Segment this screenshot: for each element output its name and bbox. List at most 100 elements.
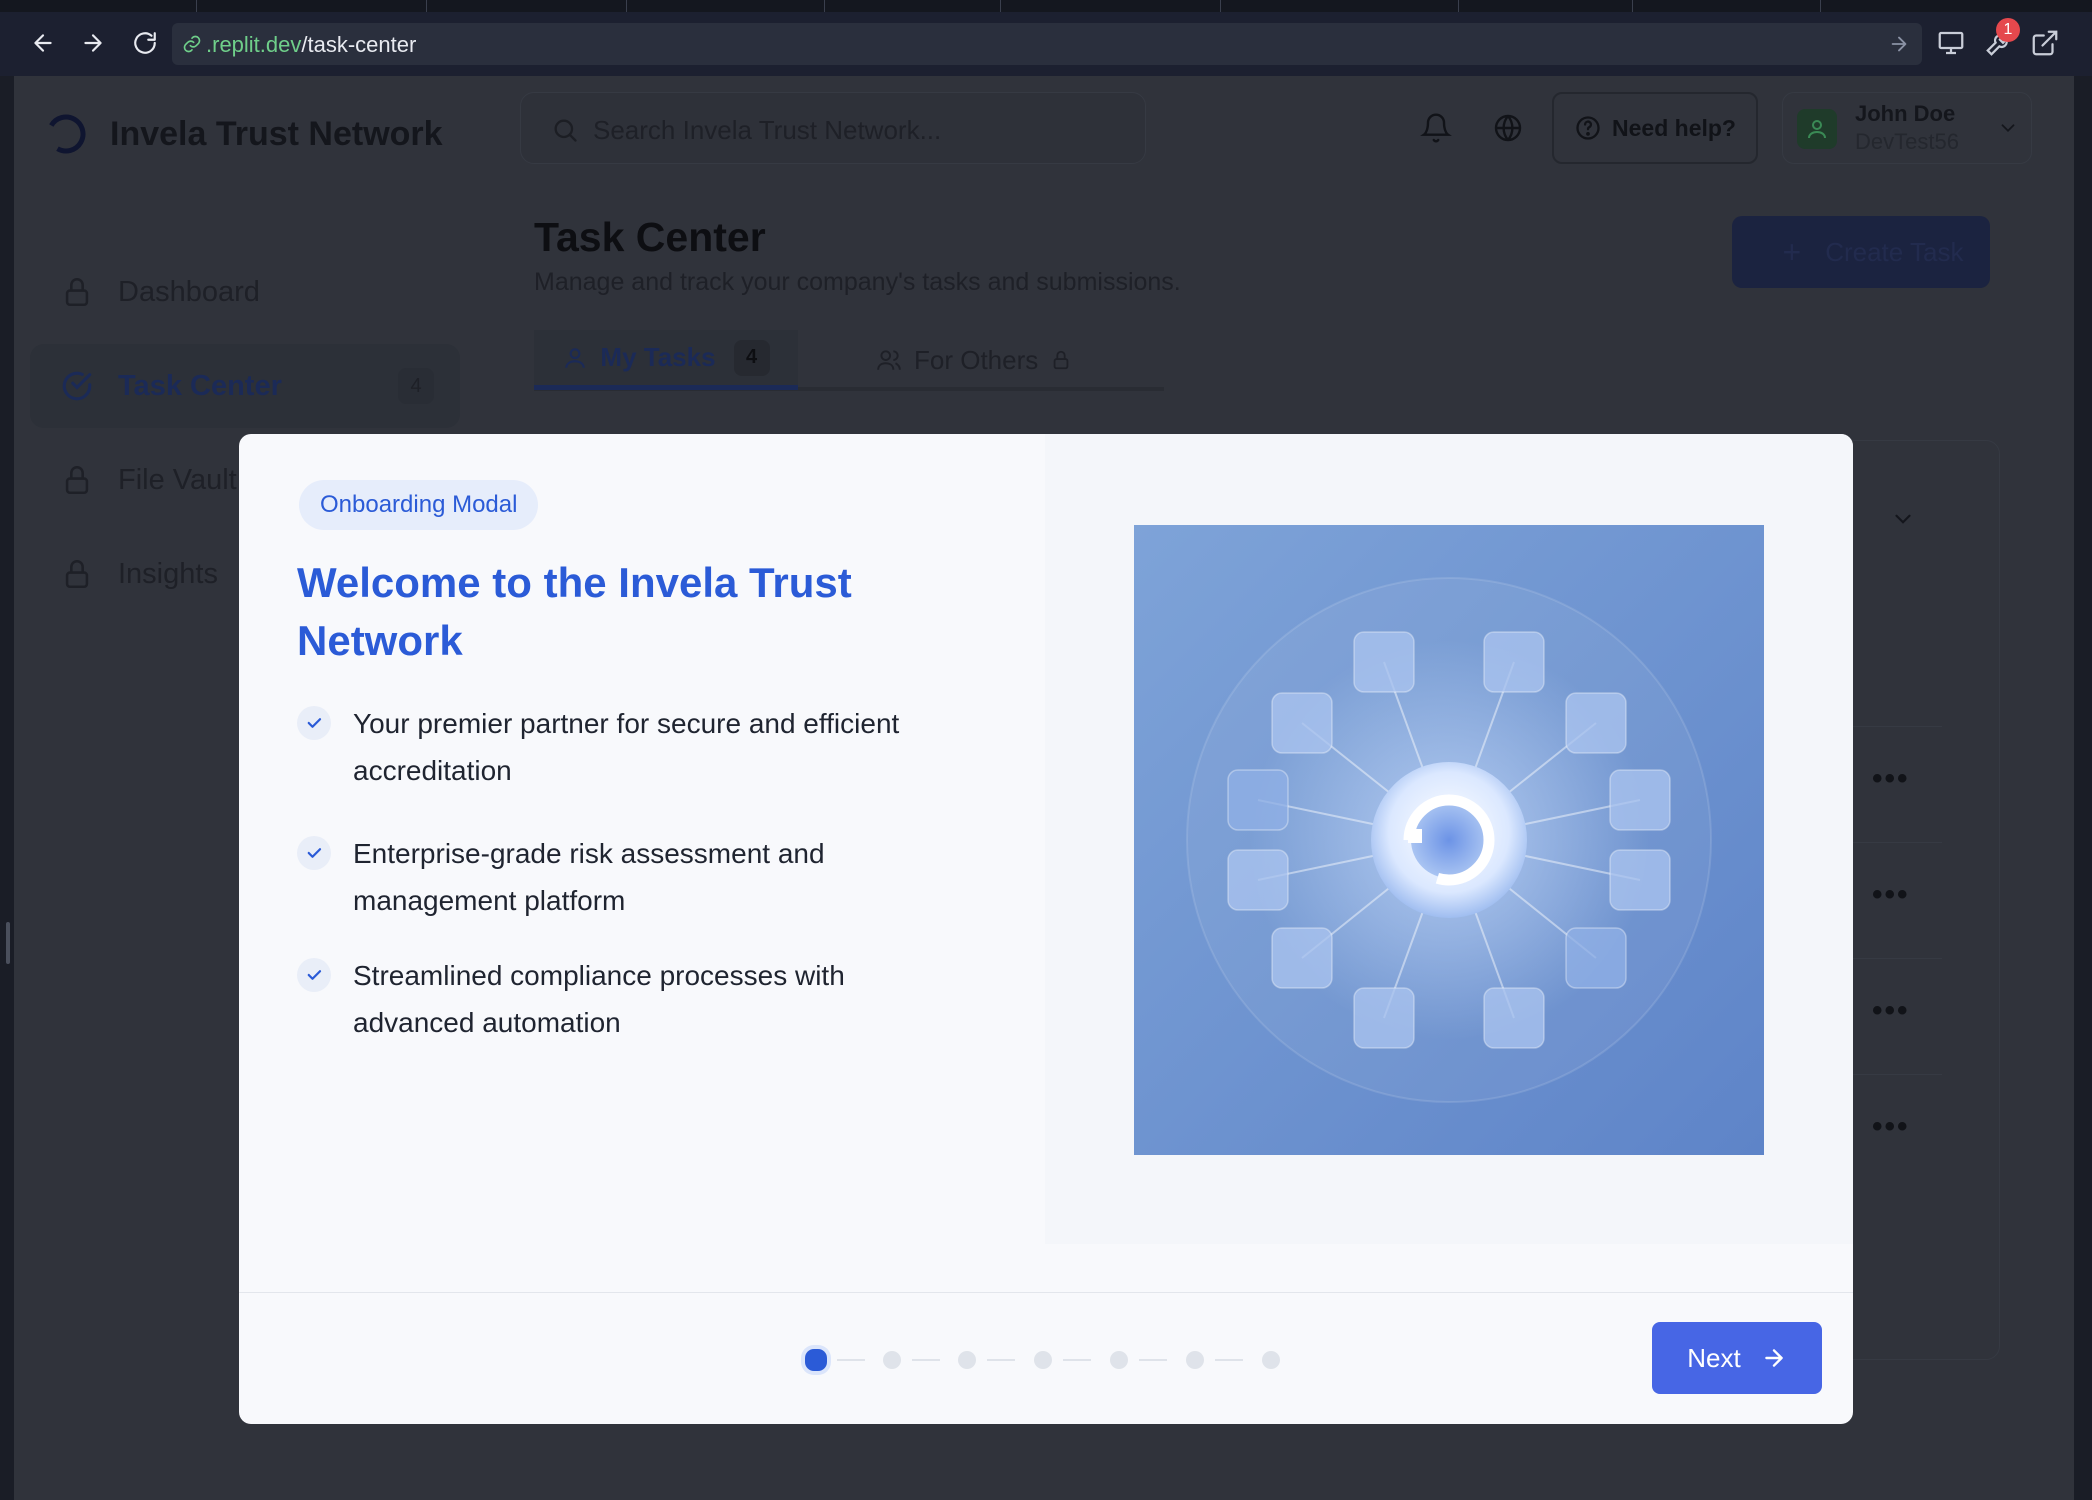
url-path: /task-center xyxy=(301,32,417,57)
address-bar[interactable]: .replit.dev/task-center xyxy=(172,23,1922,65)
row-actions-icon[interactable]: ••• xyxy=(1872,1110,1910,1144)
arrow-right-icon xyxy=(84,34,102,52)
onboarding-modal: Onboarding Modal Welcome to the Invela T… xyxy=(239,434,1853,1424)
tab-separator xyxy=(1220,0,1221,12)
user-menu[interactable]: John Doe DevTest56 xyxy=(1782,92,2032,164)
user-icon xyxy=(1808,120,1826,139)
feature-text: Your premier partner for secure and effi… xyxy=(353,708,900,786)
modal-title: Welcome to the Invela Trust Network xyxy=(297,559,852,664)
create-task-label: Create Task xyxy=(1825,236,1964,267)
check-icon xyxy=(297,958,331,992)
check-icon xyxy=(297,706,331,740)
tab-separator xyxy=(426,0,427,12)
sidebar-item-task-center[interactable]: Task Center 4 xyxy=(30,344,460,428)
resize-handle[interactable] xyxy=(6,922,10,964)
step-dot[interactable] xyxy=(883,1351,901,1369)
lock-icon xyxy=(65,278,89,307)
tab-for-others[interactable]: For Others xyxy=(876,330,1106,390)
brand-name: Invela Trust Network xyxy=(110,114,443,153)
tab-my-tasks[interactable]: My Tasks 4 xyxy=(534,330,798,390)
tab-separator xyxy=(1458,0,1459,12)
help-circle-icon xyxy=(1576,116,1600,140)
invela-logo-icon xyxy=(46,114,86,154)
tab-label: For Others xyxy=(914,344,1039,375)
globe-icon[interactable] xyxy=(1492,112,1524,144)
feature-text: Enterprise-grade risk assessment and man… xyxy=(353,838,825,916)
row-actions-icon[interactable]: ••• xyxy=(1872,994,1910,1028)
step-dot[interactable] xyxy=(1110,1351,1128,1369)
tab-separator xyxy=(626,0,627,12)
arrow-left-icon xyxy=(34,34,52,52)
bell-icon[interactable] xyxy=(1420,112,1452,144)
step-dot[interactable] xyxy=(1034,1351,1052,1369)
tab-separator xyxy=(1000,0,1001,12)
need-help-button[interactable]: Need help? xyxy=(1552,92,1758,164)
lock-icon xyxy=(1053,350,1069,370)
task-count-badge: 4 xyxy=(398,368,434,404)
next-button[interactable]: Next xyxy=(1652,1322,1822,1394)
go-arrow-icon[interactable] xyxy=(1888,33,1910,55)
user-org: DevTest56 xyxy=(1855,129,1959,154)
step-connector xyxy=(1139,1359,1167,1361)
row-actions-icon[interactable]: ••• xyxy=(1872,878,1910,912)
step-connector xyxy=(987,1359,1015,1361)
arrow-right-icon xyxy=(1764,1349,1783,1367)
url-text: .replit.dev/task-center xyxy=(206,32,416,58)
search-input[interactable]: Search Invela Trust Network... xyxy=(520,92,1146,164)
browser-toolbar: .replit.dev/task-center 1 xyxy=(0,0,2092,76)
step-dot[interactable] xyxy=(805,1349,827,1371)
tab-separator xyxy=(1820,0,1821,12)
chevron-down-icon[interactable] xyxy=(1890,506,1916,532)
need-help-label: Need help? xyxy=(1612,114,1736,141)
external-link-icon[interactable] xyxy=(2030,28,2060,58)
sidebar-item-label: File Vault xyxy=(118,463,237,496)
tab-separator xyxy=(824,0,825,12)
user-icon xyxy=(565,347,586,368)
user-name: John Doe xyxy=(1855,101,1956,126)
step-connector xyxy=(1215,1359,1243,1361)
network-illustration xyxy=(1134,525,1764,1155)
window-edge-right xyxy=(2074,76,2092,1500)
link-icon xyxy=(183,35,201,53)
chevron-down-icon xyxy=(2001,124,2015,133)
lock-icon xyxy=(65,466,89,495)
monitor-icon[interactable] xyxy=(1936,28,1966,58)
tab-count-badge: 4 xyxy=(733,339,770,376)
next-label: Next xyxy=(1687,1342,1741,1373)
reload-icon xyxy=(134,32,156,54)
check-icon xyxy=(297,836,331,870)
feature-text: Streamlined compliance processes with ad… xyxy=(353,960,845,1038)
step-indicator xyxy=(805,1340,1365,1380)
step-connector xyxy=(1063,1359,1091,1361)
tab-separator xyxy=(1632,0,1633,12)
url-host: .replit.dev xyxy=(206,32,302,57)
modal-footer-divider xyxy=(239,1292,1853,1293)
sidebar-item-label: Task Center xyxy=(118,369,282,402)
browser-tab-strip xyxy=(0,0,2092,12)
forward-button[interactable] xyxy=(76,26,110,60)
back-button[interactable] xyxy=(26,26,60,60)
step-dot[interactable] xyxy=(1262,1351,1280,1369)
tab-separator xyxy=(196,0,197,12)
check-circle-icon xyxy=(62,371,92,401)
modal-tag: Onboarding Modal xyxy=(299,480,539,530)
lock-icon xyxy=(65,560,89,589)
row-actions-icon[interactable]: ••• xyxy=(1872,762,1910,796)
notification-badge: 1 xyxy=(1996,18,2020,42)
step-dot[interactable] xyxy=(1186,1351,1204,1369)
window-edge-left xyxy=(0,76,14,1500)
search-placeholder: Search Invela Trust Network... xyxy=(593,115,942,145)
reload-button[interactable] xyxy=(128,26,162,60)
create-task-button[interactable]: + Create Task xyxy=(1732,216,1990,288)
step-dot[interactable] xyxy=(958,1351,976,1369)
step-connector xyxy=(837,1359,865,1361)
users-icon xyxy=(877,350,901,370)
brand[interactable]: Invela Trust Network xyxy=(44,112,443,156)
page-title: Task Center xyxy=(534,214,766,260)
sidebar-item-label: Dashboard xyxy=(118,275,260,308)
page-subtitle: Manage and track your company's tasks an… xyxy=(534,268,1181,296)
sidebar-item-dashboard[interactable]: Dashboard xyxy=(30,250,460,334)
avatar xyxy=(1797,109,1837,149)
step-connector xyxy=(912,1359,940,1361)
plus-icon: + xyxy=(1782,233,1802,270)
